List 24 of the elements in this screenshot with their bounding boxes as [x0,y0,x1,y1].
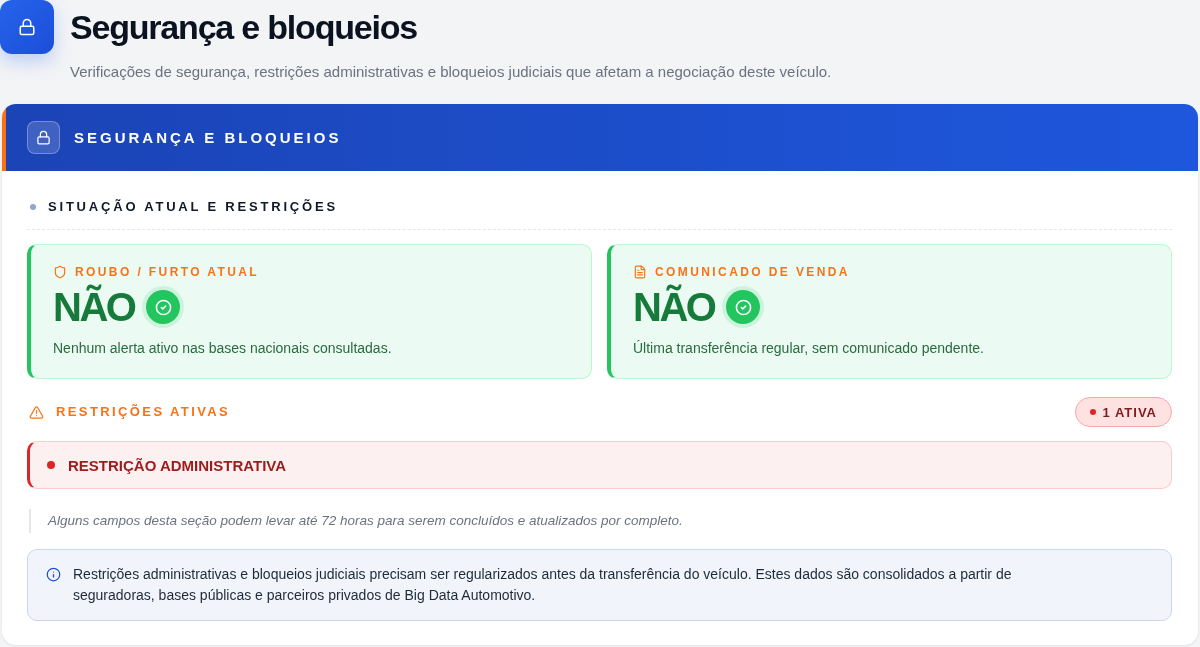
status-value: NÃO [633,286,715,328]
status-value: NÃO [53,286,135,328]
document-icon [633,265,647,279]
shield-icon [53,265,67,279]
bullet-icon [30,204,36,210]
warning-icon [29,404,44,420]
status-dot-icon [1089,409,1096,415]
status-dot-icon [47,461,55,469]
page-title: Segurança e bloqueios [70,7,417,48]
info-icon [46,567,61,582]
lock-icon [27,121,60,154]
note-text: Alguns campos desta seção podem levar até 72 horas para serem concluídos e atualizados por completo. [29,509,1172,533]
status-label: ROUBO / FURTO ATUAL [75,264,260,280]
page-subtitle: Verificações de segurança, restrições administrativas e bloqueios judiciais que afetam a negociação deste veículo. [70,62,832,82]
lock-icon [0,0,54,54]
status-description: Nenhum alerta ativo nas bases nacionais consultadas. [53,339,393,358]
section-title: SITUAÇÃO ATUAL E RESTRIÇÕES [48,199,338,215]
restrictions-title: RESTRIÇÕES ATIVAS [56,404,231,420]
panel-title: SEGURANÇA E BLOQUEIOS [74,129,342,146]
active-count-badge: 1 ATIVA [1074,397,1172,427]
restriction-label: RESTRIÇÃO ADMINISTRATIVA [68,456,287,474]
status-label: COMUNICADO DE VENDA [655,264,850,280]
info-text: Restrições administrativas e bloqueios judiciais precisam ser regularizados antes da transferência do veículo. Estes dados são consolidados a partir de seguradoras, bases públicas e parceiros privados de Big Data Automotivo. [73,565,1013,605]
status-description: Última transferência regular, sem comunicado pendente. [633,339,985,358]
